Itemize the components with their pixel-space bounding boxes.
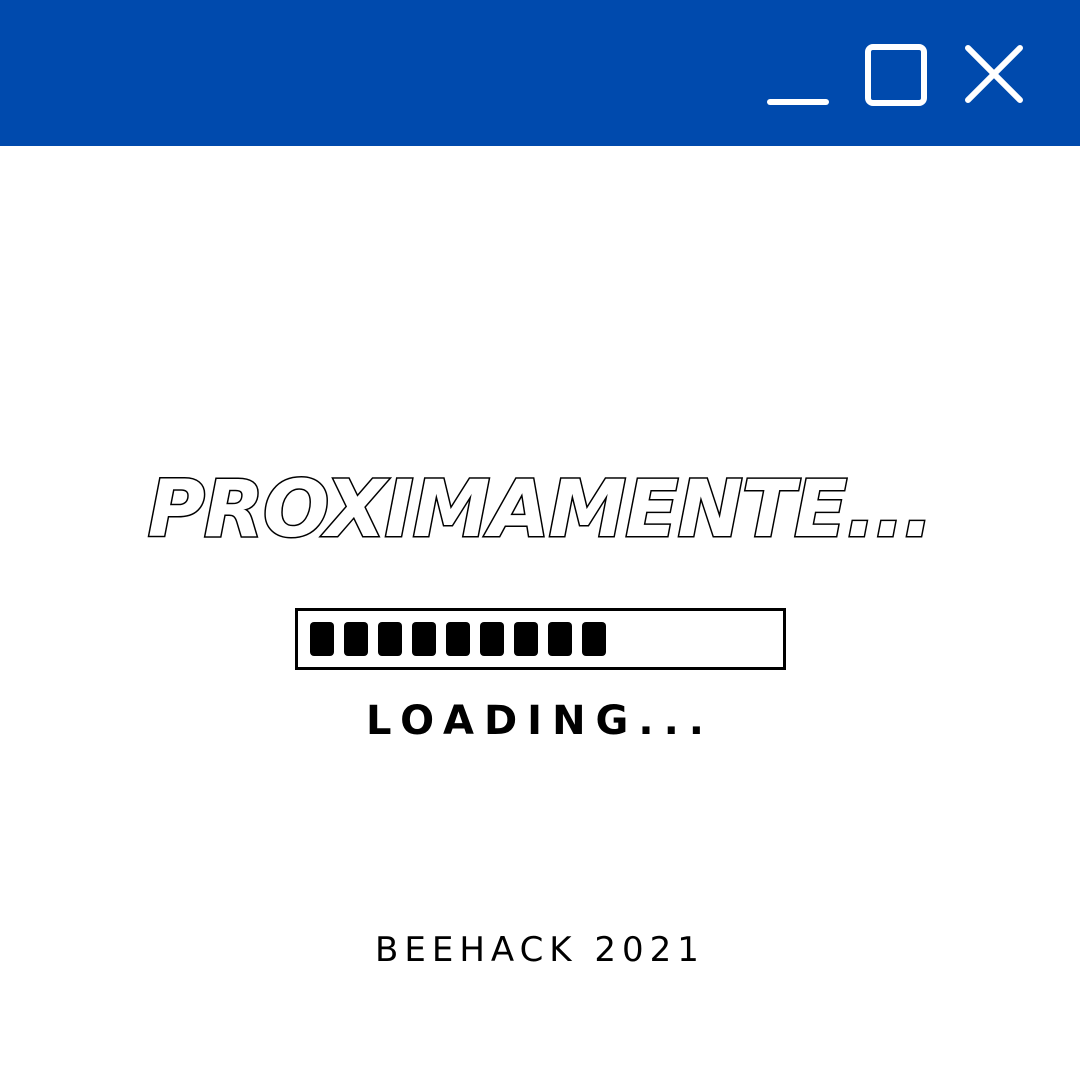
progress-segment: [582, 622, 606, 656]
minimize-button[interactable]: [762, 40, 832, 110]
progress-segment: [378, 622, 402, 656]
loading-progress-bar: [295, 608, 786, 670]
progress-segment: [344, 622, 368, 656]
footer-label: BEEHACK 2021: [375, 930, 705, 970]
progress-segment: [412, 622, 436, 656]
progress-segment: [480, 622, 504, 656]
maximize-button[interactable]: [861, 40, 931, 110]
close-icon: [965, 45, 1023, 103]
progress-segment: [514, 622, 538, 656]
progress-segment: [548, 622, 572, 656]
close-button[interactable]: [958, 40, 1028, 110]
progress-segments: [310, 622, 606, 656]
maximize-icon: [865, 44, 927, 106]
loading-label: LOADING...: [366, 698, 714, 744]
progress-segment: [446, 622, 470, 656]
progress-segment: [310, 622, 334, 656]
window-titlebar: [0, 0, 1080, 146]
minimize-icon: [767, 99, 829, 105]
headline: PROXIMAMENTE...: [146, 464, 934, 557]
